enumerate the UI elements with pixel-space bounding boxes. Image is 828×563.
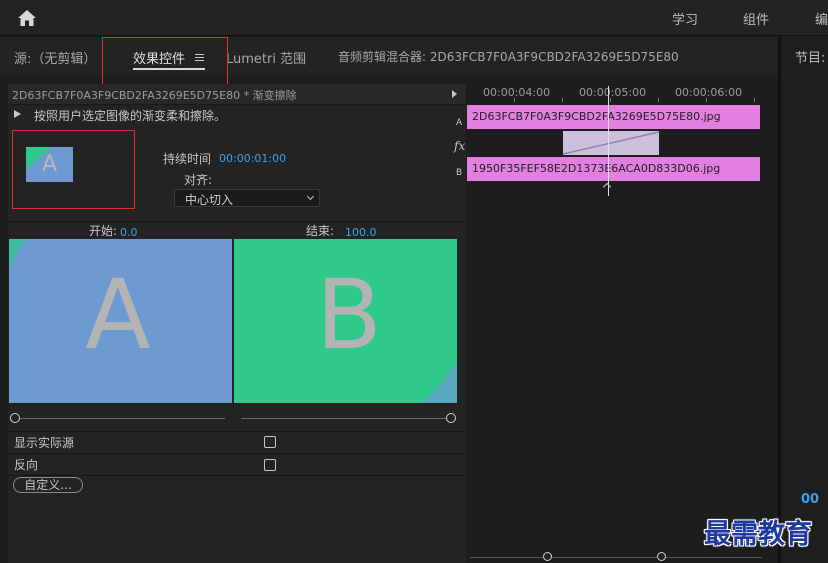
show-timeline-icon[interactable]	[452, 90, 457, 98]
chevron-down-icon	[306, 192, 315, 201]
track-a-label: A	[456, 118, 463, 128]
play-preview-icon[interactable]	[14, 110, 21, 118]
duration-value[interactable]: 00:00:01:00	[219, 152, 286, 165]
divider	[8, 453, 466, 454]
preview-start: A	[9, 239, 232, 403]
ruler-tick	[658, 98, 659, 102]
ruler-tick	[514, 98, 515, 102]
tab-lumetri-scopes[interactable]: Lumetri 范围	[226, 48, 306, 67]
clip-header-text: 2D63FCB7F0A3F9CBD2FA3269E5D75E80 * 渐变擦除	[12, 89, 297, 102]
track-b-label: B	[456, 168, 463, 178]
scroll-right-handle[interactable]	[657, 552, 666, 561]
duration-label: 持续时间	[163, 152, 212, 166]
workspace-edit[interactable]: 编	[815, 9, 828, 28]
align-dropdown[interactable]: 中心切入	[174, 189, 320, 207]
end-value[interactable]: 100.0	[345, 226, 377, 239]
scroll-left-handle[interactable]	[543, 552, 552, 561]
end-slider-track[interactable]	[241, 418, 447, 419]
transition-ramp	[563, 131, 659, 155]
clip-a[interactable]: 2D63FCB7F0A3F9CBD2FA3269E5D75E80.jpg	[467, 105, 760, 129]
end-label: 结束:	[306, 224, 335, 238]
tab-source[interactable]: 源:（无剪辑）	[14, 48, 96, 67]
effect-description: 按照用户选定图像的渐变柔和擦除。	[34, 109, 227, 123]
clip-b[interactable]: 1950F35FEF58E2D1373E6ACA0D833D06.jpg	[467, 157, 760, 181]
divider	[8, 221, 466, 222]
align-selected: 中心切入	[185, 193, 234, 207]
playhead[interactable]	[608, 86, 609, 196]
start-slider-track[interactable]	[20, 418, 225, 419]
timecode-4s: 00:00:04:00	[483, 86, 551, 99]
ruler-tick	[706, 98, 707, 102]
tab-audio-clip-mixer[interactable]: 音频剪辑混合器: 2D63FCB7F0A3F9CBD2FA3269E5D75E8…	[338, 48, 679, 65]
transition-clip[interactable]	[563, 131, 659, 155]
start-label: 开始:	[89, 224, 118, 238]
ruler-tick	[610, 98, 611, 102]
watermark-logo: 最需教育	[704, 519, 812, 550]
timecode-6s: 00:00:06:00	[675, 86, 743, 99]
start-slider-knob[interactable]	[10, 413, 20, 423]
workspace-assembly[interactable]: 组件	[743, 9, 769, 28]
divider	[8, 475, 466, 476]
timecode-5s: 00:00:05:00	[579, 86, 647, 99]
home-icon[interactable]	[17, 9, 37, 27]
timeline-scrollbar[interactable]	[470, 557, 762, 558]
highlight-box-thumbnail	[12, 130, 135, 209]
show-actual-checkbox[interactable]	[264, 436, 276, 448]
preview-start-letter: A	[85, 259, 151, 371]
divider	[8, 431, 466, 432]
start-value[interactable]: 0.0	[120, 226, 138, 239]
reverse-label: 反向	[14, 458, 39, 472]
tab-program[interactable]: 节目:	[795, 47, 825, 66]
align-label: 对齐:	[184, 173, 213, 187]
top-bar: 学习 组件 编	[0, 0, 828, 36]
ruler-tick	[562, 98, 563, 102]
ruler-tick	[754, 98, 755, 102]
clip-b-name: 1950F35FEF58E2D1373E6ACA0D833D06.jpg	[472, 162, 721, 175]
workspace-learn[interactable]: 学习	[672, 9, 698, 28]
custom-button[interactable]: 自定义...	[13, 477, 83, 493]
clip-header-row: 2D63FCB7F0A3F9CBD2FA3269E5D75E80 * 渐变擦除	[8, 84, 466, 105]
program-timecode[interactable]: 00	[801, 492, 819, 507]
show-actual-label: 显示实际源	[14, 436, 75, 450]
reverse-checkbox[interactable]	[264, 459, 276, 471]
clip-a-name: 2D63FCB7F0A3F9CBD2FA3269E5D75E80.jpg	[472, 110, 721, 123]
preview-end: B	[234, 239, 457, 403]
preview-end-letter: B	[316, 259, 382, 371]
end-slider-knob[interactable]	[446, 413, 456, 423]
program-monitor-panel: 节目: 00	[781, 37, 828, 563]
fx-icon: fx	[454, 139, 466, 153]
